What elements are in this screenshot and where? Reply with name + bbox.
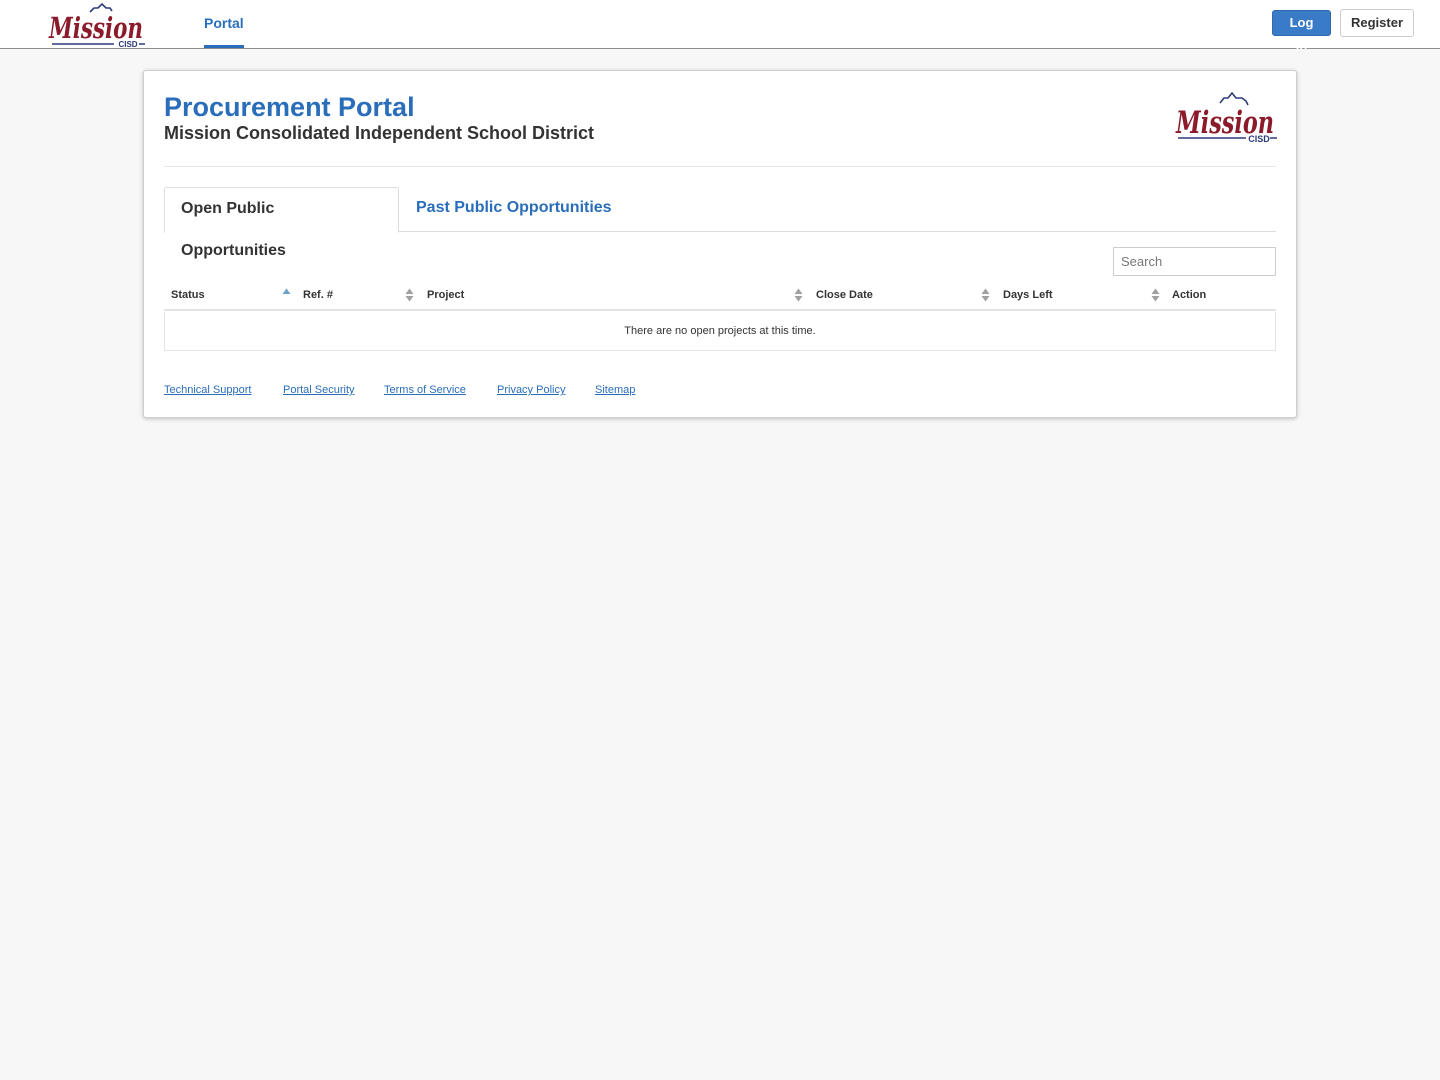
procurement-panel: Procurement Portal Mission Consolidated …: [143, 70, 1297, 418]
opportunities-table-body: There are no open projects at this time.: [164, 312, 1276, 351]
mission-cisd-logo[interactable]: Mission CISD: [46, 2, 146, 48]
login-button[interactable]: Log In: [1272, 10, 1331, 54]
sort-icon[interactable]: [794, 287, 803, 303]
column-label: Days Left: [1003, 289, 1053, 301]
logo-roofline: [1219, 91, 1249, 106]
column-label: Status: [171, 289, 205, 301]
column-header-project[interactable]: Project: [427, 281, 464, 309]
column-header-action: Action: [1172, 281, 1206, 309]
column-label: Action: [1172, 289, 1207, 301]
tab-open-opportunities[interactable]: Open Public Opportunities: [164, 187, 399, 259]
opportunities-table-header: Status Ref. # Project Close Date Days Le…: [164, 281, 1276, 311]
page-title: Procurement Portal: [164, 92, 415, 122]
sort-icon[interactable]: [981, 287, 990, 303]
column-header-ref[interactable]: Ref. #: [303, 281, 333, 309]
logo-subtext: CISD: [118, 40, 137, 48]
logo-subtext: CISD: [1248, 134, 1270, 144]
footer-link-terms-of-service[interactable]: Terms of Service: [384, 384, 466, 396]
top-navbar: Mission CISD Portal Log In Register: [0, 0, 1440, 54]
footer-link-technical-support[interactable]: Technical Support: [164, 384, 251, 396]
sort-ascending-icon[interactable]: [282, 287, 291, 303]
column-header-close-date[interactable]: Close Date: [816, 281, 873, 309]
register-button[interactable]: Register: [1340, 9, 1414, 37]
column-header-days-left[interactable]: Days Left: [1003, 281, 1053, 309]
column-header-status[interactable]: Status: [171, 281, 205, 309]
empty-table-message: There are no open projects at this time.: [624, 325, 816, 337]
tab-past-opportunities[interactable]: Past Public Opportunities: [400, 187, 628, 232]
footer-link-sitemap[interactable]: Sitemap: [595, 384, 635, 396]
sort-icon[interactable]: [405, 287, 414, 303]
nav-portal-link[interactable]: Portal: [204, 0, 244, 48]
opportunity-tabs: Open Public Opportunities Past Public Op…: [164, 187, 1276, 259]
district-logo: Mission CISD: [1175, 91, 1277, 144]
column-label: Ref. #: [303, 289, 333, 301]
header-divider: [164, 166, 1276, 167]
footer-link-portal-security[interactable]: Portal Security: [283, 384, 355, 396]
column-label: Close Date: [816, 289, 873, 301]
page-subtitle: Mission Consolidated Independent School …: [164, 123, 595, 143]
search-input[interactable]: [1113, 247, 1276, 276]
column-label: Project: [427, 289, 465, 301]
sort-icon[interactable]: [1151, 287, 1160, 303]
footer-link-privacy-policy[interactable]: Privacy Policy: [497, 384, 565, 396]
